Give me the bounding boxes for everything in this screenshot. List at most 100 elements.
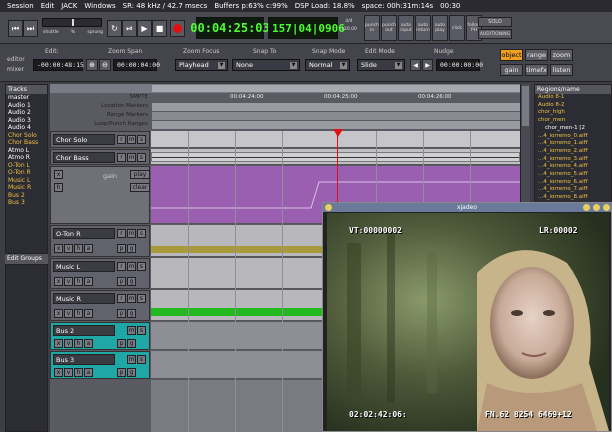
tracks-list-item[interactable]: Atmo L (6, 147, 47, 155)
solo-button[interactable]: s (137, 229, 146, 238)
video-window-title[interactable]: xjadeo (323, 203, 611, 212)
tracks-list-item[interactable]: Music L (6, 177, 47, 185)
menu-session[interactable]: Session (7, 2, 34, 10)
region-item[interactable]: ...4_iorremo_0.aiff (535, 133, 611, 141)
zoom-tool-button[interactable]: zoom (550, 49, 573, 61)
visual-button[interactable]: v (64, 277, 73, 286)
playlist-button[interactable]: p (117, 277, 126, 286)
goto-end-button[interactable]: ⏭ (23, 20, 38, 37)
track-header-o-ton-r[interactable]: O-Ton R r m s x v h a p g (50, 225, 150, 257)
auto-return-button[interactable]: auto return (415, 15, 431, 41)
record-arm-button[interactable]: r (117, 262, 126, 271)
region-item[interactable]: chor_high (535, 109, 611, 117)
track-name-field[interactable]: O-Ton R (53, 228, 115, 239)
automation-play-button[interactable]: play (130, 170, 150, 179)
track-name-field[interactable]: Bus 2 (53, 325, 115, 336)
tracks-list-item[interactable]: Music R (6, 184, 47, 192)
window-menu-icon[interactable] (325, 204, 332, 211)
solo-button[interactable]: s (137, 153, 146, 162)
mute-button[interactable]: m (127, 153, 136, 162)
record-button[interactable] (170, 20, 185, 37)
auditioning-indicator[interactable]: AUDITIONING (478, 29, 512, 39)
hide-button[interactable]: x (54, 339, 63, 348)
scrollbar-thumb[interactable] (522, 86, 529, 126)
track-name-field[interactable]: Chor Bass (53, 152, 115, 163)
record-arm-button[interactable]: r (117, 229, 126, 238)
mute-button[interactable]: m (127, 355, 136, 364)
tracks-list-item[interactable]: Audio 3 (6, 117, 47, 125)
track-name-field[interactable]: Bus 3 (53, 354, 115, 365)
timecode-ruler[interactable]: 00:04:24:00 00:04:25:00 00:04:26:00 (152, 94, 520, 102)
stop-button[interactable]: ■ (152, 20, 167, 37)
track-name-field[interactable]: Chor Solo (53, 134, 115, 145)
secondary-clock[interactable]: 157|04|0906 (268, 17, 345, 39)
loop-punch-bar[interactable] (152, 121, 520, 129)
close-icon[interactable] (603, 204, 610, 211)
range-tool-button[interactable]: range (525, 49, 548, 61)
height-button[interactable]: h (74, 309, 83, 318)
auto-input-button[interactable]: auto input (398, 15, 414, 41)
group-button[interactable]: g (127, 309, 136, 318)
region-item[interactable]: chor_men-1 [2 (535, 125, 611, 133)
tracks-list-item[interactable]: Bus 3 (6, 199, 47, 207)
mute-button[interactable]: m (127, 326, 136, 335)
primary-clock[interactable]: 00:04:25:03 (190, 17, 270, 39)
snap-mode-dropdown[interactable]: Normal ▼ (305, 59, 350, 71)
record-arm-button[interactable]: r (117, 135, 126, 144)
gain-tool-button[interactable]: gain (500, 64, 523, 76)
region-item[interactable]: ...4_iorremo_4.aiff (535, 163, 611, 171)
hide-button[interactable]: x (54, 244, 63, 253)
solo-button[interactable]: s (137, 294, 146, 303)
solo-button[interactable]: s (137, 135, 146, 144)
hide-button[interactable]: x (54, 368, 63, 377)
nudge-forward-button[interactable]: ▶ (422, 59, 433, 71)
region-item[interactable]: chor_men (535, 117, 611, 125)
visual-button[interactable]: v (64, 368, 73, 377)
visual-button[interactable]: v (64, 309, 73, 318)
automation-button[interactable]: a (84, 309, 93, 318)
play-range-button[interactable]: ⏯ (122, 20, 137, 37)
shuttle-unit[interactable]: % (71, 30, 75, 35)
hide-automation-button[interactable]: x (54, 170, 63, 179)
track-header-chor-solo[interactable]: Chor Solo r m s (50, 131, 150, 148)
automation-button[interactable]: a (84, 339, 93, 348)
zoom-out-button[interactable]: ⊖ (99, 59, 111, 71)
region-item[interactable]: ...4_iorremo_8.aiff (535, 194, 611, 202)
playlist-button[interactable]: p (117, 309, 126, 318)
mute-button[interactable]: m (127, 135, 136, 144)
region-item[interactable]: ...4_iorremo_7.aiff (535, 186, 611, 194)
hide-button[interactable]: x (54, 277, 63, 286)
track-name-field[interactable]: Music R (53, 293, 115, 304)
tracks-list-item[interactable]: Atmo R (6, 154, 47, 162)
region-item[interactable]: Audio 8-2 (535, 102, 611, 110)
tracks-list-item[interactable]: Audio 1 (6, 102, 47, 110)
zoom-focus-dropdown[interactable]: Playhead ▼ (175, 59, 228, 71)
height-button[interactable]: h (74, 368, 83, 377)
automation-header-gain[interactable]: x h gain play clear (50, 166, 150, 224)
region-item[interactable]: ...4_iorremo_1.aiff (535, 140, 611, 148)
play-button[interactable]: ▶ (137, 20, 152, 37)
range-markers-bar[interactable] (152, 112, 520, 120)
menu-jack[interactable]: JACK (61, 2, 77, 10)
playlist-button[interactable]: p (117, 244, 126, 253)
track-lane-chor-bass[interactable] (151, 149, 520, 165)
mute-button[interactable]: m (127, 294, 136, 303)
tracks-list-item[interactable]: Audio 2 (6, 109, 47, 117)
auto-play-button[interactable]: auto play (432, 15, 448, 41)
playlist-button[interactable]: p (117, 368, 126, 377)
automation-button[interactable]: a (84, 277, 93, 286)
nudge-clock[interactable]: 00:00:00:00 (436, 59, 483, 71)
edit-groups-tab[interactable]: Edit Groups (5, 254, 48, 264)
edit-clock[interactable]: -00:00:48:15 (33, 59, 84, 71)
edit-mode-dropdown[interactable]: Slide ▼ (357, 59, 405, 71)
group-button[interactable]: g (127, 244, 136, 253)
tracks-list-item[interactable]: Chor Solo (6, 132, 47, 140)
goto-start-button[interactable]: ⏮ (8, 20, 23, 37)
editor-tab[interactable]: editor (7, 56, 25, 63)
scroll-ruler[interactable] (50, 84, 522, 93)
maximize-icon[interactable] (593, 204, 600, 211)
automation-clear-button[interactable]: clear (130, 183, 150, 192)
group-button[interactable]: g (127, 339, 136, 348)
region-item[interactable]: ...4_iorremo_6.aiff (535, 179, 611, 187)
loop-button[interactable]: ↻ (107, 20, 122, 37)
